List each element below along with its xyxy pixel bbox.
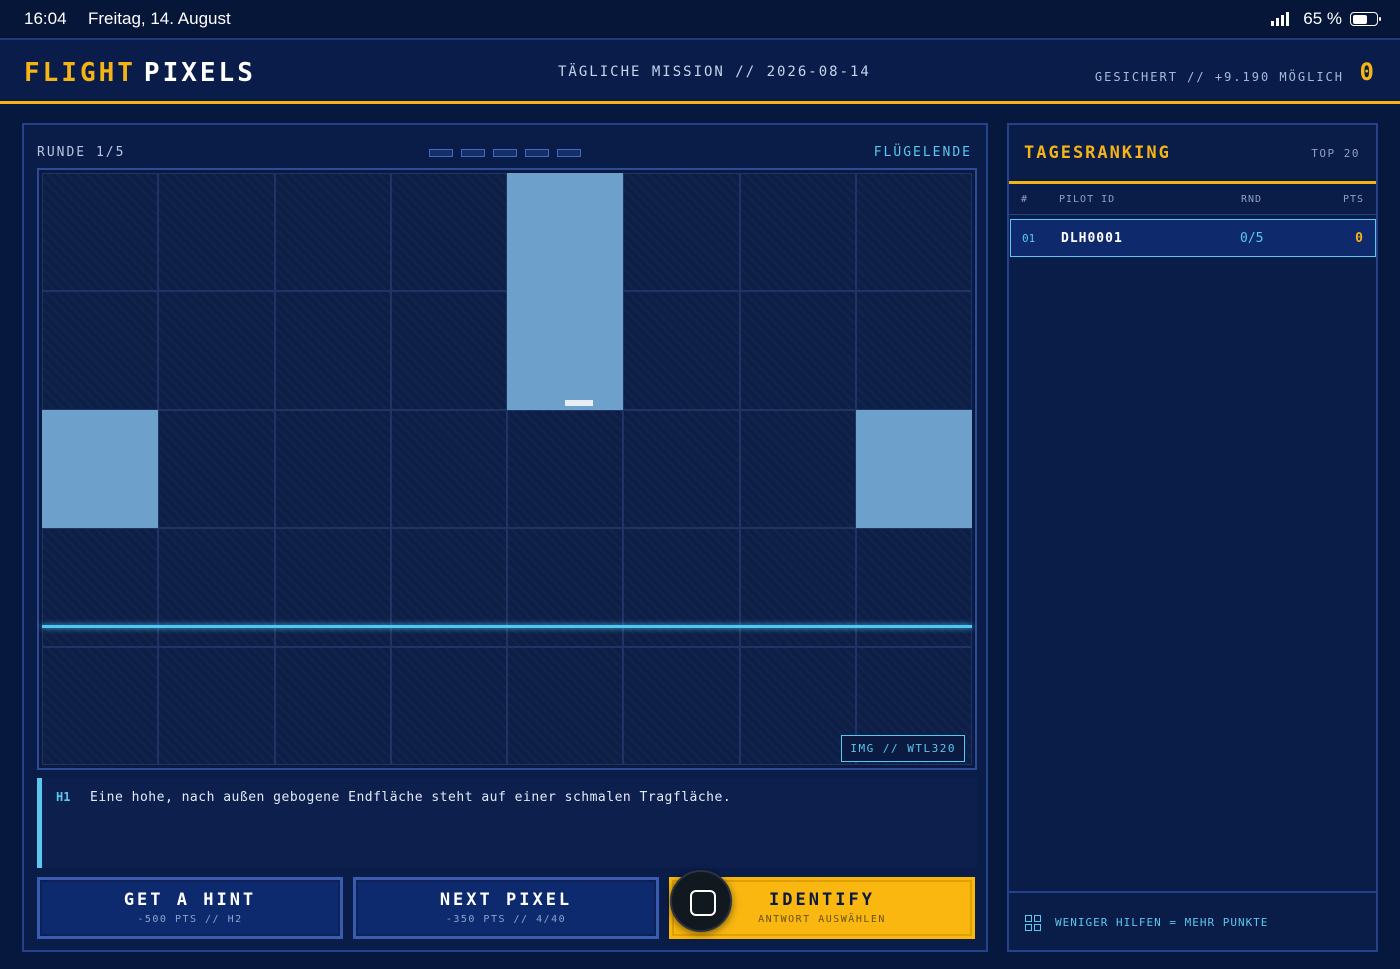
hidden-pixel bbox=[42, 291, 159, 410]
scan-line bbox=[42, 625, 972, 628]
round-progress-segment bbox=[493, 149, 517, 157]
round-progress-segment bbox=[525, 149, 549, 157]
hidden-pixel bbox=[507, 646, 624, 765]
hidden-pixel bbox=[623, 528, 740, 647]
col-rank: # bbox=[1021, 194, 1029, 205]
round-progress-segment bbox=[461, 149, 485, 157]
status-date: Freitag, 14. August bbox=[88, 9, 231, 28]
hidden-pixel bbox=[158, 173, 275, 292]
next-pixel-cost: -350 PTS // 4/40 bbox=[445, 914, 567, 925]
hidden-pixel bbox=[855, 528, 972, 647]
revealed-pixel bbox=[42, 409, 159, 529]
row-round: 0/5 bbox=[1240, 231, 1264, 246]
status-indicators: 65 % bbox=[1271, 9, 1381, 29]
hidden-pixel bbox=[390, 173, 507, 292]
round-progress-segment bbox=[557, 149, 581, 157]
round-progress bbox=[429, 149, 581, 157]
hidden-pixel bbox=[390, 291, 507, 410]
row-points: 0 bbox=[1355, 231, 1363, 246]
app-header: FLIGHT PIXELS TÄGLICHE MISSION // 2026-08… bbox=[0, 38, 1400, 104]
row-pilot-id: DLH0001 bbox=[1061, 231, 1123, 246]
hint-box: H1 Eine hohe, nach außen gebogene Endflä… bbox=[37, 778, 977, 868]
app-logo: FLIGHT PIXELS bbox=[24, 58, 256, 88]
daily-mission-label: TÄGLICHE MISSION // 2026-08-14 bbox=[558, 64, 871, 80]
ranking-header: # PILOT ID RND PTS bbox=[1009, 185, 1376, 215]
hidden-pixel bbox=[623, 409, 740, 529]
status-bar: 16:04 Freitag, 14. August 65 % bbox=[0, 0, 1400, 38]
revealed-pixel bbox=[507, 291, 624, 410]
hidden-pixel bbox=[507, 528, 624, 647]
hidden-pixel bbox=[158, 409, 275, 529]
battery-percent: 65 % bbox=[1303, 9, 1342, 28]
hidden-pixel bbox=[274, 409, 391, 529]
ranking-footer: WENIGER HILFEN = MEHR PUNKTE bbox=[1009, 891, 1376, 950]
image-fragment bbox=[565, 400, 593, 406]
hidden-pixel bbox=[390, 646, 507, 765]
logo-part-pixels: PIXELS bbox=[143, 58, 256, 88]
hidden-pixel bbox=[739, 528, 856, 647]
next-pixel-label: NEXT PIXEL bbox=[439, 890, 573, 910]
hidden-pixel bbox=[739, 409, 856, 529]
ranking-panel: TAGESRANKING TOP 20 # PILOT ID RND PTS 0… bbox=[1007, 123, 1378, 952]
ranking-footer-text: WENIGER HILFEN = MEHR PUNKTE bbox=[1055, 916, 1269, 929]
col-pilot: PILOT ID bbox=[1059, 194, 1116, 205]
round-progress-segment bbox=[429, 149, 453, 157]
hidden-pixel bbox=[274, 291, 391, 410]
row-rank: 01 bbox=[1022, 232, 1036, 245]
get-hint-cost: -500 PTS // H2 bbox=[137, 914, 243, 925]
hidden-pixel bbox=[42, 173, 159, 292]
hidden-pixel bbox=[507, 409, 624, 529]
signal-icon bbox=[1271, 12, 1290, 26]
battery-icon bbox=[1350, 12, 1381, 26]
image-tag: IMG // WTL320 bbox=[841, 735, 965, 762]
hidden-pixel bbox=[623, 646, 740, 765]
hidden-pixel bbox=[855, 173, 972, 292]
ranking-row[interactable]: 01 DLH0001 0/5 0 bbox=[1010, 219, 1376, 257]
hidden-pixel bbox=[42, 646, 159, 765]
hidden-pixel bbox=[274, 173, 391, 292]
grid-icon bbox=[1025, 915, 1041, 931]
logo-part-flight: FLIGHT bbox=[24, 58, 136, 88]
game-panel: RUNDE 1/5 FLÜGELENDE IMG // WTL320 H1 Ei… bbox=[22, 123, 988, 952]
hidden-pixel bbox=[623, 291, 740, 410]
category-label: FLÜGELENDE bbox=[873, 145, 972, 160]
hint-text: Eine hohe, nach außen gebogene Endfläche… bbox=[90, 790, 732, 805]
col-points: PTS bbox=[1342, 194, 1364, 205]
hint-id: H1 bbox=[56, 790, 71, 804]
hidden-pixel bbox=[42, 528, 159, 647]
revealed-pixel bbox=[855, 409, 972, 529]
ranking-title: TAGESRANKING bbox=[1024, 143, 1171, 163]
hidden-pixel bbox=[274, 528, 391, 647]
revealed-pixel bbox=[507, 173, 624, 292]
hidden-pixel bbox=[739, 646, 856, 765]
hidden-pixel bbox=[158, 291, 275, 410]
hidden-pixel bbox=[623, 173, 740, 292]
hidden-pixel bbox=[739, 291, 856, 410]
col-round: RND bbox=[1241, 194, 1263, 205]
hidden-pixel bbox=[158, 646, 275, 765]
round-label: RUNDE 1/5 bbox=[37, 145, 126, 160]
hidden-pixel bbox=[390, 409, 507, 529]
ranking-top-label: TOP 20 bbox=[1311, 147, 1360, 160]
next-pixel-button[interactable]: NEXT PIXEL -350 PTS // 4/40 bbox=[353, 877, 659, 939]
get-hint-label: GET A HINT bbox=[123, 890, 257, 910]
get-hint-button[interactable]: GET A HINT -500 PTS // H2 bbox=[37, 877, 343, 939]
hidden-pixel bbox=[158, 528, 275, 647]
hidden-pixel bbox=[390, 528, 507, 647]
score-info: GESICHERT // +9.190 MÖGLICH bbox=[1094, 70, 1344, 84]
pixel-grid bbox=[42, 173, 972, 765]
pixel-grid-frame: IMG // WTL320 bbox=[37, 168, 977, 770]
hidden-pixel bbox=[855, 291, 972, 410]
battery-fill bbox=[1352, 14, 1368, 24]
score-value: 0 bbox=[1359, 58, 1374, 86]
ranking-divider bbox=[1009, 181, 1376, 184]
hidden-pixel bbox=[274, 646, 391, 765]
clock: 16:04 bbox=[24, 9, 67, 28]
hidden-pixel bbox=[739, 173, 856, 292]
assistive-touch-button[interactable] bbox=[670, 870, 732, 932]
